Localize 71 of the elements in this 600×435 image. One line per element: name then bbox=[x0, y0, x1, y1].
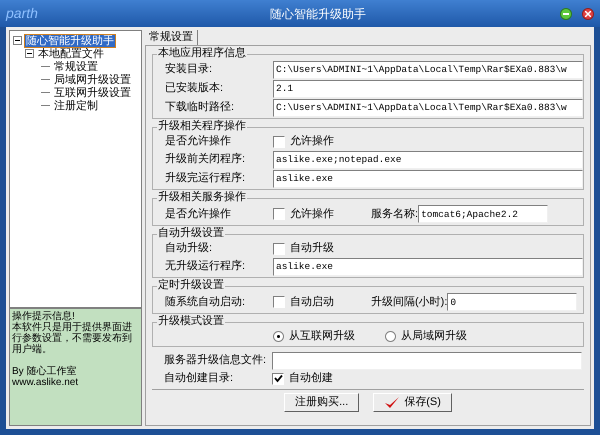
logo: parth bbox=[6, 4, 39, 23]
field-label: 服务名称: bbox=[371, 208, 418, 220]
tree-item[interactable]: 本地配置文件 bbox=[37, 48, 105, 60]
group-title: 升级相关服务操作 bbox=[157, 191, 247, 204]
field-label: 安装目录: bbox=[165, 63, 214, 76]
checkbox-label: 自动创建 bbox=[289, 372, 333, 385]
checkbox-label: 自动启动 bbox=[290, 296, 334, 308]
group-title: 自动升级设置 bbox=[157, 227, 225, 240]
checkbox-label: 自动升级 bbox=[290, 242, 334, 255]
text-field[interactable]: aslike.exe;notepad.exe bbox=[273, 150, 583, 168]
checkbox[interactable] bbox=[272, 372, 284, 384]
tree-item[interactable]: 局域网升级设置 bbox=[53, 74, 132, 86]
checkbox-label: 允许操作 bbox=[290, 135, 334, 148]
checkbox-label: 允许操作 bbox=[290, 208, 334, 220]
checkmark-icon bbox=[384, 396, 400, 410]
field-label: 自动升级: bbox=[165, 242, 214, 255]
checkbox[interactable] bbox=[273, 296, 285, 308]
field-label: 下载临时路径: bbox=[165, 101, 236, 114]
tree-item[interactable]: 随心智能升级助手 bbox=[25, 34, 115, 46]
tip-text: 本软件只是用于提供界面进行参数设置，不需要发布到用户端。 bbox=[12, 322, 133, 355]
field-label: 服务器升级信息文件: bbox=[164, 354, 268, 367]
window-title: 随心智能升级助手 bbox=[269, 6, 367, 22]
text-field[interactable]: 0 bbox=[447, 293, 578, 311]
radio-button[interactable] bbox=[385, 331, 396, 342]
close-icon[interactable] bbox=[582, 8, 594, 20]
tip-author: By 随心工作室 bbox=[12, 366, 78, 377]
field-label: 是否允许操作 bbox=[165, 208, 232, 220]
field-label: 升级间隔(小时): bbox=[371, 296, 448, 308]
text-field[interactable]: C:\Users\ADMINI~1\AppData\Local\Temp\Rar$EXa0.883\w bbox=[273, 60, 583, 78]
checkbox[interactable] bbox=[273, 208, 285, 220]
text-field[interactable]: tomcat6;Apache2.2 bbox=[418, 205, 548, 223]
field-label: 是否允许操作 bbox=[165, 135, 232, 148]
field-label: 无升级运行程序: bbox=[165, 260, 246, 273]
field-label: 随系统自动启动: bbox=[165, 296, 246, 308]
save-button[interactable]: 保存(S) bbox=[373, 393, 452, 412]
field-value: 0 bbox=[450, 296, 456, 308]
checkbox[interactable] bbox=[273, 242, 285, 254]
check-icon bbox=[274, 374, 282, 383]
field-label: 升级前关闭程序: bbox=[165, 153, 246, 166]
field-value: aslike.exe bbox=[276, 172, 334, 185]
text-field[interactable]: C:\Users\ADMINI~1\AppData\Local\Temp\Rar$EXa0.883\w bbox=[273, 98, 583, 116]
register-button[interactable]: 注册购买... bbox=[284, 393, 360, 412]
field-value: aslike.exe bbox=[276, 260, 334, 273]
tip-title: 操作提示信息! bbox=[12, 311, 76, 322]
collapse-icon[interactable] bbox=[13, 36, 22, 45]
field-label: 自动创建目录: bbox=[164, 372, 234, 385]
field-label: 已安装版本: bbox=[165, 82, 224, 95]
group-title: 升级模式设置 bbox=[157, 315, 225, 328]
field-label: 升级完运行程序: bbox=[165, 172, 246, 185]
tree-item[interactable]: 互联网升级设置 bbox=[53, 86, 132, 98]
field-value: C:\Users\ADMINI~1\AppData\Local\Temp\Rar$EXa0.883\w bbox=[276, 101, 567, 114]
group-title: 定时升级设置 bbox=[157, 279, 225, 292]
text-field[interactable]: 2.1 bbox=[273, 80, 583, 98]
minimize-icon[interactable] bbox=[560, 8, 572, 20]
radio-label: 从互联网升级 bbox=[289, 330, 355, 343]
field-value: tomcat6;Apache2.2 bbox=[421, 208, 518, 220]
tree-item[interactable]: 注册定制 bbox=[53, 100, 99, 112]
text-field[interactable] bbox=[272, 352, 582, 370]
text-field[interactable]: aslike.exe bbox=[273, 170, 583, 188]
tip-website: www.aslike.net bbox=[12, 377, 80, 388]
radio-button[interactable] bbox=[273, 331, 284, 342]
radio-label: 从局域网升级 bbox=[401, 330, 467, 343]
group-title: 本地应用程序信息 bbox=[157, 47, 247, 60]
tree-item[interactable]: 常规设置 bbox=[53, 60, 99, 72]
text-field[interactable]: aslike.exe bbox=[273, 258, 583, 276]
field-value: C:\Users\ADMINI~1\AppData\Local\Temp\Rar$EXa0.883\w bbox=[276, 63, 567, 76]
checkbox[interactable] bbox=[273, 136, 285, 148]
group-title: 升级相关程序操作 bbox=[157, 120, 247, 133]
field-value: aslike.exe;notepad.exe bbox=[276, 153, 402, 166]
field-value: 2.1 bbox=[276, 82, 294, 95]
collapse-icon[interactable] bbox=[25, 49, 34, 58]
